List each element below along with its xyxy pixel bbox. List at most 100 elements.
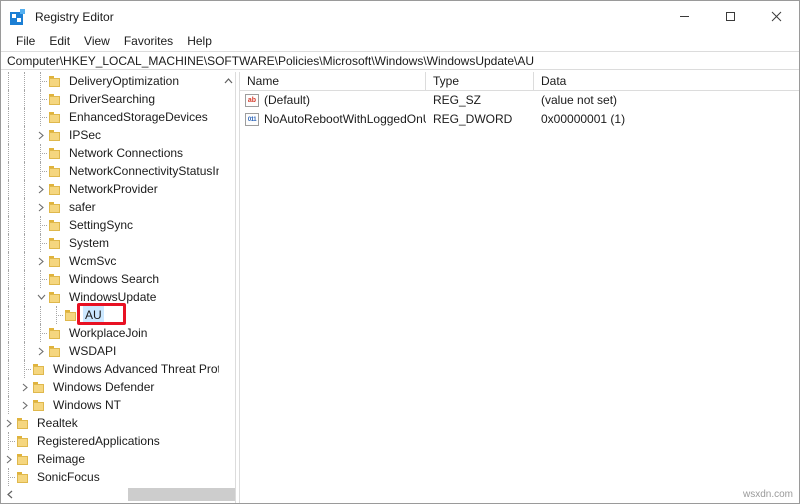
menu-item-view[interactable]: View	[77, 32, 117, 51]
tree-item-label-wrap: SonicFocus	[35, 468, 102, 486]
tree-indent-guide	[1, 270, 17, 288]
tree-horizontal-scrollbar[interactable]	[1, 486, 235, 503]
tree-item-settingsync[interactable]: SettingSync	[1, 216, 219, 234]
tree-indent-guide	[1, 180, 17, 198]
tree-item-networkconnectivitystatusind[interactable]: NetworkConnectivityStatusInd	[1, 162, 219, 180]
value-name-cell: 011 NoAutoRebootWithLoggedOnU...	[240, 110, 426, 129]
chevron-up-icon[interactable]	[220, 72, 235, 89]
tree-item-windowsupdate[interactable]: WindowsUpdate	[1, 288, 219, 306]
column-header-type[interactable]: Type	[426, 72, 534, 90]
tree-indent-guide	[1, 360, 17, 378]
tree-leaf-connector	[33, 90, 49, 108]
close-icon[interactable]	[753, 1, 799, 32]
tree-item-windows-advanced-threat-prote[interactable]: Windows Advanced Threat Prote	[1, 360, 219, 378]
tree-hscroll-thumb[interactable]	[128, 488, 235, 501]
column-header-data[interactable]: Data	[534, 72, 774, 90]
folder-icon	[49, 129, 62, 141]
chevron-right-icon[interactable]	[33, 342, 49, 360]
menu-item-edit[interactable]: Edit	[42, 32, 77, 51]
tree-item-reimage[interactable]: Reimage	[1, 450, 219, 468]
tree-item-au[interactable]: AU	[1, 306, 219, 324]
folder-icon	[65, 309, 78, 321]
registry-editor-icon	[10, 8, 26, 25]
column-header-name[interactable]: Name	[240, 72, 426, 90]
registry-tree[interactable]: DeliveryOptimization DriverSearching Enhan…	[1, 72, 219, 486]
menu-item-help[interactable]: Help	[180, 32, 219, 51]
tree-hscroll-track[interactable]	[18, 486, 235, 503]
tree-vertical-scrollbar[interactable]	[219, 72, 235, 486]
tree-item-sonicfocus[interactable]: SonicFocus	[1, 468, 219, 486]
folder-icon	[49, 75, 62, 87]
folder-icon	[49, 273, 62, 285]
value-row[interactable]: 011 NoAutoRebootWithLoggedOnU... REG_DWORD…	[240, 110, 799, 129]
tree-item-registeredapplications[interactable]: RegisteredApplications	[1, 432, 219, 450]
address-bar[interactable]: Computer\HKEY_LOCAL_MACHINE\SOFTWARE\Pol…	[1, 51, 799, 70]
folder-icon	[49, 327, 62, 339]
tree-leaf-connector	[33, 216, 49, 234]
tree-item-ipsec[interactable]: IPSec	[1, 126, 219, 144]
tree-leaf-connector	[33, 72, 49, 90]
value-name: (Default)	[264, 93, 311, 107]
tree-item-label-wrap: DriverSearching	[67, 90, 157, 108]
tree-item-label-wrap: Realtek	[35, 414, 80, 432]
tree-item-windows-search[interactable]: Windows Search	[1, 270, 219, 288]
tree-leaf-connector	[33, 234, 49, 252]
tree-item-wsdapi[interactable]: WSDAPI	[1, 342, 219, 360]
tree-leaf-connector	[1, 432, 17, 450]
value-row[interactable]: ab (Default) REG_SZ (value not set)	[240, 91, 799, 110]
values-list[interactable]: ab (Default) REG_SZ (value not set) 011 NoAut…	[240, 91, 799, 129]
chevron-right-icon[interactable]	[33, 180, 49, 198]
window-title: Registry Editor	[35, 9, 114, 24]
tree-indent-guide	[17, 90, 33, 108]
chevron-down-icon[interactable]	[33, 288, 49, 306]
tree-item-label-wrap: SettingSync	[67, 216, 135, 234]
tree-item-label: EnhancedStorageDevices	[69, 110, 208, 124]
chevron-right-icon[interactable]	[17, 378, 33, 396]
tree-indent-guide	[17, 108, 33, 126]
chevron-right-icon[interactable]	[33, 126, 49, 144]
chevron-right-icon[interactable]	[17, 396, 33, 414]
value-icon-glyph: ab	[247, 97, 257, 104]
tree-item-enhancedstoragedevices[interactable]: EnhancedStorageDevices	[1, 108, 219, 126]
value-icon-glyph: 011	[247, 116, 257, 123]
tree-item-system[interactable]: System	[1, 234, 219, 252]
folder-icon	[49, 183, 62, 195]
tree-item-label-wrap: RegisteredApplications	[35, 432, 162, 450]
tree-item-label: Windows Defender	[53, 380, 155, 394]
values-column-header: Name Type Data	[240, 72, 799, 91]
tree-item-networkprovider[interactable]: NetworkProvider	[1, 180, 219, 198]
tree-item-deliveryoptimization[interactable]: DeliveryOptimization	[1, 72, 219, 90]
tree-indent-guide	[17, 126, 33, 144]
tree-item-windows-nt[interactable]: Windows NT	[1, 396, 219, 414]
menu-item-file[interactable]: File	[9, 32, 42, 51]
minimize-icon[interactable]	[661, 1, 707, 32]
tree-item-label-wrap: Reimage	[35, 450, 87, 468]
tree-item-label: System	[69, 236, 110, 250]
chevron-left-icon[interactable]	[1, 486, 18, 503]
tree-item-label-wrap: System	[67, 234, 111, 252]
tree-indent-guide	[17, 252, 33, 270]
chevron-right-icon[interactable]	[1, 450, 17, 468]
tree-item-label: WindowsUpdate	[69, 290, 157, 304]
tree-item-wcmsvc[interactable]: WcmSvc	[1, 252, 219, 270]
tree-item-label: Realtek	[37, 416, 78, 430]
maximize-icon[interactable]	[707, 1, 753, 32]
tree-item-windows-defender[interactable]: Windows Defender	[1, 378, 219, 396]
tree-item-safer[interactable]: safer	[1, 198, 219, 216]
value-name-cell: ab (Default)	[240, 91, 426, 110]
tree-item-label: SettingSync	[69, 218, 134, 232]
tree-item-label: DriverSearching	[69, 92, 156, 106]
chevron-right-icon[interactable]	[33, 198, 49, 216]
chevron-right-icon[interactable]	[1, 414, 17, 432]
chevron-right-icon[interactable]	[33, 252, 49, 270]
tree-item-network-connections[interactable]: Network Connections	[1, 144, 219, 162]
menu-item-favorites[interactable]: Favorites	[117, 32, 180, 51]
tree-indent-guide	[17, 288, 33, 306]
tree-item-workplacejoin[interactable]: WorkplaceJoin	[1, 324, 219, 342]
tree-item-realtek[interactable]: Realtek	[1, 414, 219, 432]
tree-item-label: NetworkConnectivityStatusInd	[69, 164, 219, 178]
registry-path: Computer\HKEY_LOCAL_MACHINE\SOFTWARE\Pol…	[7, 53, 535, 68]
tree-vscroll-track[interactable]	[220, 89, 235, 469]
tree-leaf-connector	[33, 270, 49, 288]
tree-item-driversearching[interactable]: DriverSearching	[1, 90, 219, 108]
